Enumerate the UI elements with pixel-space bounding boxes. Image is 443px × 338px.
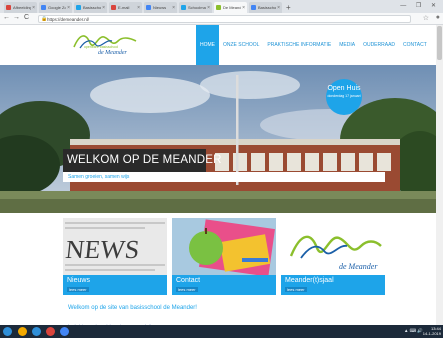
tab-strip: Afbeeldingen×Google Zoeken×Basisschool×E… (0, 0, 443, 13)
tab-title: De Meander (223, 5, 242, 10)
card-title: Contact (176, 277, 201, 284)
tab-favicon-icon (251, 5, 256, 10)
tab-close-icon[interactable]: × (32, 5, 35, 11)
scrollbar-thumb[interactable] (437, 26, 442, 60)
bookmark-star-icon[interactable]: ☆ (423, 14, 429, 22)
tab-favicon-icon (216, 5, 221, 10)
tab-close-icon[interactable]: × (67, 5, 70, 11)
svg-text:de Meander: de Meander (339, 262, 378, 271)
tab-title: Basisschool (83, 5, 102, 10)
card-band: Contact lees meer (172, 275, 276, 295)
new-tab-icon[interactable]: + (286, 3, 291, 13)
browser-tab[interactable]: Nieuws × (144, 2, 177, 13)
taskbar-app-icon[interactable] (18, 327, 27, 336)
card-title: Meander(t)sjaal (285, 277, 334, 284)
tab-title: Afbeeldingen (13, 5, 31, 10)
card-nieuws[interactable]: NEWS Nieuws lees meer (63, 218, 167, 295)
taskbar-app-icon[interactable] (46, 327, 55, 336)
read-more-link[interactable]: lees meer (285, 287, 307, 292)
browser-tab[interactable]: Basisschool× (74, 2, 107, 13)
address-bar: ← → C 🔒 https://demeander.nl/ ☆ ● (0, 13, 443, 25)
tab-favicon-icon (6, 5, 11, 10)
tab-title: E-mail (118, 5, 130, 10)
tab-close-icon[interactable]: × (277, 5, 280, 11)
card-contact[interactable]: Contact lees meer (172, 218, 276, 295)
tab-favicon-icon (41, 5, 46, 10)
start-button-icon[interactable] (3, 327, 12, 336)
tab-close-icon[interactable]: × (207, 5, 210, 11)
open-huis-date: donderdag 17 januari (327, 94, 361, 98)
browser-tab[interactable]: Google Zoeken× (39, 2, 72, 13)
read-more-link[interactable]: lees meer (176, 287, 198, 292)
site-header: openbare basisschool de Meander HOME ONZE… (0, 25, 436, 65)
site-logo[interactable]: openbare basisschool de Meander (70, 31, 140, 61)
clock-date: 14-1-2019 (422, 331, 441, 336)
tab-close-icon[interactable]: × (137, 5, 140, 11)
nav-item[interactable]: MEDIA (335, 25, 359, 65)
tab-title: Nieuws (153, 5, 167, 10)
url-text: https://demeander.nl/ (47, 17, 90, 22)
card-title: Nieuws (67, 277, 90, 284)
taskbar-app-icon[interactable] (60, 327, 69, 336)
card-band: Meander(t)sjaal lees meer (281, 275, 385, 295)
open-huis-badge[interactable]: Open Huis donderdag 17 januari (326, 79, 362, 115)
browser-tab[interactable]: Schoolmail × (179, 2, 212, 13)
card-band: Nieuws lees meer (63, 275, 167, 295)
hero-banner: Open Huis donderdag 17 januari WELKOM OP… (0, 65, 436, 213)
taskbar-clock[interactable]: 13:44 14-1-2019 (423, 326, 441, 336)
main-nav: HOME ONZE SCHOOL PRAKTISCHE INFORMATIE MEDI… (196, 25, 431, 65)
tab-title: Google Zoeken (48, 5, 66, 10)
tab-favicon-icon (146, 5, 151, 10)
nav-item[interactable]: ONZE SCHOOL (219, 25, 263, 65)
logo-name: de Meander (98, 50, 127, 56)
account-icon[interactable]: ● (436, 14, 440, 21)
windows-taskbar: ▲ ⌨ 🔊 13:44 14-1-2019 (0, 325, 443, 338)
tab-favicon-icon (181, 5, 186, 10)
back-icon[interactable]: ← (3, 14, 10, 21)
tab-title: Schoolmail (188, 5, 207, 10)
nav-item[interactable]: PRAKTISCHE INFORMATIE (263, 25, 335, 65)
nav-item[interactable]: CONTACT (399, 25, 431, 65)
tab-title: Basisschool (258, 5, 277, 10)
svg-text:NEWS: NEWS (64, 235, 141, 264)
nav-item[interactable]: HOME (196, 25, 219, 65)
open-huis-title: Open Huis (327, 85, 361, 92)
page-scrollbar[interactable] (436, 25, 443, 325)
logo-subtitle: openbare basisschool (84, 45, 119, 49)
intro-heading: Welkom op de site van basisschool de Mea… (68, 305, 197, 311)
window-controls[interactable]: — ❐ ✕ (400, 2, 440, 9)
tab-close-icon[interactable]: × (242, 5, 245, 11)
news-image: NEWS (63, 218, 167, 275)
meander-logo-image: de Meander (281, 218, 385, 275)
forward-icon[interactable]: → (13, 14, 20, 21)
system-tray[interactable]: ▲ ⌨ 🔊 (404, 328, 423, 334)
tab-favicon-icon (76, 5, 81, 10)
taskbar-app-icon[interactable] (32, 327, 41, 336)
tab-favicon-icon (111, 5, 116, 10)
school-photo (0, 65, 436, 213)
apple-notebook-image (172, 218, 276, 275)
tab-close-icon[interactable]: × (102, 5, 105, 11)
reload-icon[interactable]: C (24, 14, 29, 21)
slogan: Samen groeien, samen wijs (63, 172, 385, 182)
welcome-heading: WELKOM OP DE MEANDER (63, 149, 221, 172)
tab-close-icon[interactable]: × (172, 5, 175, 11)
url-input[interactable]: 🔒 https://demeander.nl/ (38, 15, 411, 23)
lock-icon: 🔒 (41, 16, 48, 22)
read-more-link[interactable]: lees meer (67, 287, 89, 292)
browser-tab[interactable]: E-mail × (109, 2, 142, 13)
web-page: openbare basisschool de Meander HOME ONZE… (0, 25, 436, 325)
browser-tab[interactable]: Afbeeldingen× (4, 2, 37, 13)
nav-item[interactable]: OUDERRAAD (359, 25, 399, 65)
browser-tab[interactable]: De Meander× (214, 2, 247, 13)
browser-tab[interactable]: Basisschool× (249, 2, 282, 13)
card-meandertsjaal[interactable]: de Meander Meander(t)sjaal lees meer (281, 218, 385, 295)
feature-cards: NEWS Nieuws lees meer Contact lees meer … (63, 218, 385, 295)
